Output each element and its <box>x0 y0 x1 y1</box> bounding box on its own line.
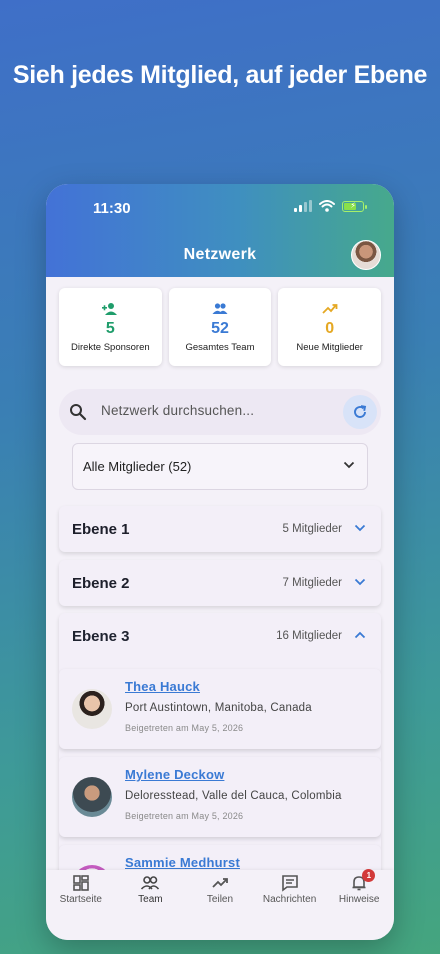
stat-label: Neue Mitglieder <box>296 341 363 353</box>
message-icon <box>281 875 298 892</box>
search-icon <box>70 404 87 421</box>
nav-label: Nachrichten <box>262 894 317 905</box>
headline: Sieh jedes Mitglied, auf jeder Ebene <box>12 61 428 89</box>
wifi-icon <box>319 200 335 212</box>
nav-label: Teilen <box>206 894 234 905</box>
nav-teilen[interactable]: Teilen <box>185 870 255 916</box>
notification-badge: 1 <box>362 869 376 882</box>
person-add-icon <box>102 302 118 315</box>
chevron-down-icon <box>343 461 355 469</box>
nav-nachrichten[interactable]: Nachrichten <box>255 870 325 916</box>
level-2-header[interactable]: Ebene 2 7 Mitglieder <box>59 560 381 606</box>
page-title: Netzwerk <box>183 246 257 263</box>
nav-hinweise[interactable]: 1 Hinweise <box>324 869 394 916</box>
member-name-link[interactable]: Mylene Deckow <box>125 767 224 782</box>
search-placeholder: Netzwerk durchsuchen... <box>101 403 255 418</box>
member-location: Deloresstead, Valle del Cauca, Colombia <box>125 790 342 802</box>
refresh-icon <box>354 405 367 418</box>
nav-label: Team <box>138 894 163 905</box>
level-name: Ebene 3 <box>72 628 130 645</box>
trending-up-icon <box>322 303 338 314</box>
member-location: Port Austintown, Manitoba, Canada <box>125 702 312 714</box>
level-count: 7 Mitglieder <box>282 577 342 589</box>
level-name: Ebene 1 <box>72 521 130 538</box>
member-joined: Beigetreten am May 5, 2026 <box>125 723 244 733</box>
stats-row: 5 Direkte Sponsoren 52 Gesamtes Team 0 N… <box>59 288 382 366</box>
member-filter-select[interactable]: Alle Mitglieder (52) <box>72 443 368 490</box>
level-1-header[interactable]: Ebene 1 5 Mitglieder <box>59 506 381 552</box>
chevron-down-icon <box>354 524 366 532</box>
stat-label: Gesamtes Team <box>185 341 255 353</box>
chevron-up-icon <box>354 631 366 639</box>
status-time: 11:30 <box>93 200 131 217</box>
member-avatar <box>72 689 112 729</box>
level-name: Ebene 2 <box>72 575 130 592</box>
stat-value: 52 <box>211 319 229 337</box>
trending-icon <box>212 878 228 888</box>
member-avatar <box>72 777 112 817</box>
team-icon <box>141 876 160 890</box>
app-header: 11:30 ⚡ Netzwerk <box>46 184 394 277</box>
stat-new-members[interactable]: 0 Neue Mitglieder <box>278 288 382 366</box>
refresh-button[interactable] <box>343 395 377 429</box>
chevron-down-icon <box>354 578 366 586</box>
member-card[interactable]: Mylene Deckow Deloresstead, Valle del Ca… <box>59 757 381 837</box>
level-count: 16 Mitglieder <box>276 630 342 642</box>
status-icons: ⚡ <box>294 200 367 212</box>
search-input[interactable]: Netzwerk durchsuchen... <box>59 389 381 435</box>
avatar[interactable] <box>351 240 381 270</box>
phone-screen: 11:30 ⚡ Netzwerk 5 Direkte Sponsoren 52 … <box>46 184 394 940</box>
signal-icon <box>294 200 312 212</box>
level-3-panel: Ebene 3 16 Mitglieder Thea Hauck Port Au… <box>59 613 381 893</box>
bottom-navigation: Startseite Team Teilen Nachrichten 1 Hin… <box>46 869 394 916</box>
member-name-link[interactable]: Sammie Medhurst <box>125 855 240 870</box>
nav-startseite[interactable]: Startseite <box>46 870 116 916</box>
home-indicator-area <box>46 916 394 940</box>
stat-direct-sponsors[interactable]: 5 Direkte Sponsoren <box>59 288 162 366</box>
level-count: 5 Mitglieder <box>282 523 342 535</box>
nav-label: Hinweise <box>338 894 380 905</box>
stat-value: 0 <box>325 319 335 337</box>
filter-value: Alle Mitglieder (52) <box>83 459 192 474</box>
dashboard-icon <box>72 875 89 891</box>
stat-label: Direkte Sponsoren <box>70 341 150 353</box>
stat-total-team[interactable]: 52 Gesamtes Team <box>168 288 272 366</box>
battery-icon: ⚡ <box>342 200 367 212</box>
stat-value: 5 <box>105 319 115 337</box>
member-joined: Beigetreten am May 5, 2026 <box>125 811 244 821</box>
group-icon <box>212 302 228 314</box>
member-name-link[interactable]: Thea Hauck <box>125 679 200 694</box>
nav-label: Startseite <box>59 894 102 905</box>
nav-team[interactable]: Team <box>116 870 186 916</box>
level-3-header[interactable]: Ebene 3 16 Mitglieder <box>59 613 381 659</box>
member-card[interactable]: Thea Hauck Port Austintown, Manitoba, Ca… <box>59 669 381 749</box>
